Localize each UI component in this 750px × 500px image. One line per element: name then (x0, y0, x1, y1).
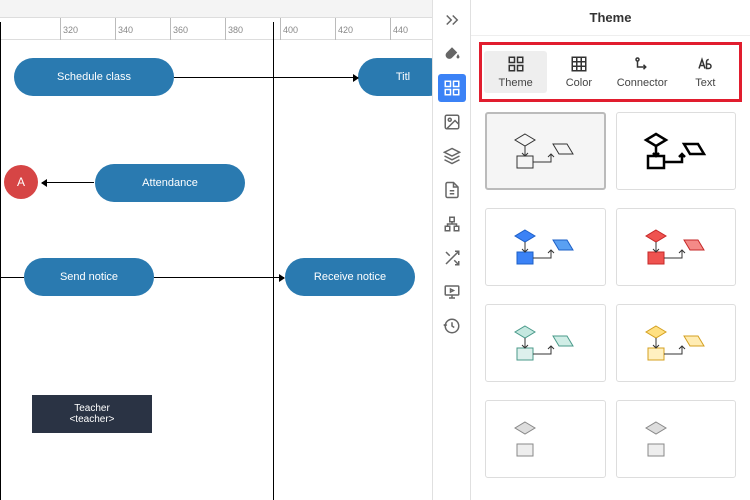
teacher-role: <teacher> (69, 414, 114, 425)
connector-icon (633, 55, 651, 73)
lane-divider (273, 22, 274, 500)
tab-label: Text (695, 77, 715, 89)
canvas[interactable]: 320 340 360 380 400 420 440 460 Schedule… (0, 0, 432, 500)
tab-theme[interactable]: Theme (484, 51, 547, 93)
tab-color[interactable]: Color (547, 51, 610, 93)
shuffle-icon[interactable] (438, 244, 466, 272)
theme-preset-teal[interactable] (485, 304, 606, 382)
grid-icon (507, 55, 525, 73)
collapse-icon[interactable] (438, 6, 466, 34)
fill-icon[interactable] (438, 40, 466, 68)
theme-preset-extra2[interactable] (616, 400, 737, 478)
tab-label: Theme (499, 77, 533, 89)
theme-preset-bold[interactable] (616, 112, 737, 190)
image-icon[interactable] (438, 108, 466, 136)
shape-a-circle[interactable]: A (4, 165, 38, 199)
theme-preset-extra1[interactable] (485, 400, 606, 478)
text-icon (696, 55, 714, 73)
toolbar-edge (0, 0, 432, 18)
layers-icon[interactable] (438, 142, 466, 170)
shape-send-notice[interactable]: Send notice (24, 258, 154, 296)
connector[interactable] (174, 77, 358, 78)
connector[interactable] (154, 277, 284, 278)
history-icon[interactable] (438, 312, 466, 340)
horizontal-ruler: 320 340 360 380 400 420 440 460 (0, 18, 432, 40)
panel-title: Theme (471, 0, 750, 36)
document-icon[interactable] (438, 176, 466, 204)
connector[interactable] (0, 277, 24, 278)
presentation-icon[interactable] (438, 278, 466, 306)
theme-preset-plain[interactable] (485, 112, 606, 190)
shape-schedule-class[interactable]: Schedule class (14, 58, 174, 96)
theme-preset-red[interactable] (616, 208, 737, 286)
palette-icon (570, 55, 588, 73)
theme-preset-yellow[interactable] (616, 304, 737, 382)
tab-label: Connector (617, 77, 668, 89)
side-panel: Theme Theme Color Connector Text (470, 0, 750, 500)
teacher-label: Teacher (74, 403, 110, 414)
lane-divider (0, 22, 1, 500)
theme-grid (471, 112, 750, 500)
connector[interactable] (42, 182, 94, 183)
shape-attendance[interactable]: Attendance (95, 164, 245, 202)
org-icon[interactable] (438, 210, 466, 238)
shape-receive-notice[interactable]: Receive notice (285, 258, 415, 296)
tab-label: Color (566, 77, 592, 89)
theme-icon[interactable] (438, 74, 466, 102)
panel-tabs: Theme Color Connector Text (479, 42, 742, 102)
shape-title[interactable]: Titl (358, 58, 432, 96)
theme-preset-blue[interactable] (485, 208, 606, 286)
tool-strip (432, 0, 470, 500)
tab-text[interactable]: Text (674, 51, 737, 93)
shape-teacher[interactable]: Teacher <teacher> (32, 395, 152, 433)
tab-connector[interactable]: Connector (611, 51, 674, 93)
